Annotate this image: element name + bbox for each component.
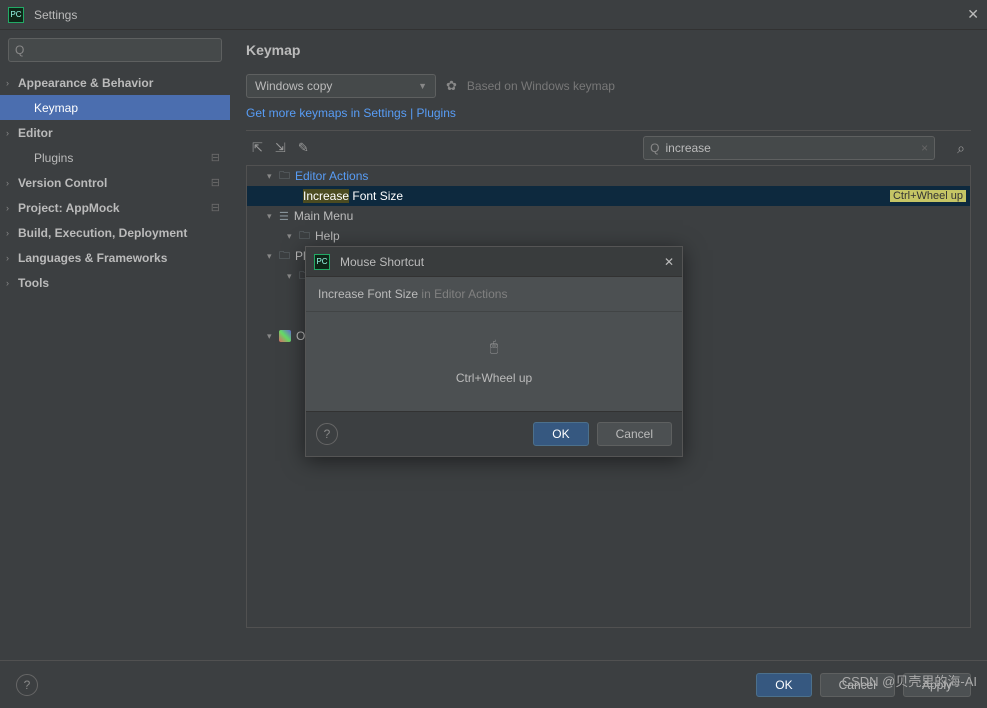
apply-button[interactable]: Apply (903, 673, 971, 697)
sidebar-item-appearance-behavior[interactable]: › Appearance & Behavior (0, 70, 230, 95)
keymap-profile-select[interactable]: Windows copy ▼ (246, 74, 436, 98)
chevron-down-icon: ▼ (418, 81, 427, 91)
app-logo-icon: PC (8, 7, 24, 23)
settings-sidebar: Q › Appearance & Behavior Keymap › Editor Plu… (0, 30, 230, 660)
dialog-subtitle: Increase Font Size in Editor Actions (306, 277, 682, 311)
mouse-shortcut-dialog: PC Mouse Shortcut ✕ Increase Font Size i… (305, 246, 683, 457)
chevron-right-icon: › (6, 203, 9, 213)
tree-action-increase-font-size[interactable]: Increase Font Size Ctrl+Wheel up (247, 186, 970, 206)
other-icon (279, 330, 291, 342)
dialog-close-icon[interactable]: ✕ (664, 255, 674, 269)
scope-icon: ⊟ (211, 176, 220, 189)
ok-button[interactable]: OK (756, 673, 811, 697)
sidebar-item-languages-frameworks[interactable]: › Languages & Frameworks (0, 245, 230, 270)
shortcut-badge: Ctrl+Wheel up (890, 190, 966, 202)
chevron-right-icon: › (6, 278, 9, 288)
window-close-icon[interactable]: ✕ (967, 6, 979, 23)
app-logo-icon: PC (314, 254, 330, 270)
edit-icon[interactable]: ✎ (298, 140, 309, 156)
sidebar-item-tools[interactable]: › Tools (0, 270, 230, 295)
help-icon[interactable]: ? (16, 674, 38, 696)
scope-icon: ⊟ (211, 151, 220, 164)
sidebar-item-label: Editor (18, 126, 53, 140)
collapse-all-icon[interactable]: ⇲ (275, 140, 286, 156)
folder-icon: 🗀 (279, 167, 290, 186)
sidebar-item-label: Project: AppMock (18, 201, 120, 215)
cancel-button[interactable]: Cancel (820, 673, 895, 697)
clear-icon[interactable]: × (921, 141, 928, 155)
page-title: Keymap (246, 42, 971, 58)
sidebar-item-label: Build, Execution, Deployment (18, 226, 187, 240)
sidebar-item-label: Version Control (18, 176, 107, 190)
help-icon[interactable]: ? (316, 423, 338, 445)
search-icon: Q (15, 43, 24, 57)
action-search-input[interactable] (666, 141, 922, 155)
sidebar-search[interactable]: Q (8, 38, 222, 62)
sidebar-search-input[interactable] (28, 43, 215, 57)
folder-icon: 🗀 (279, 247, 290, 266)
sidebar-item-label: Appearance & Behavior (18, 76, 153, 90)
menu-icon: ☰ (279, 210, 289, 223)
tree-group-help[interactable]: ▾🗀 Help (247, 226, 970, 246)
sidebar-item-keymap[interactable]: Keymap (0, 95, 230, 120)
sidebar-item-version-control[interactable]: › Version Control ⊟ (0, 170, 230, 195)
expand-all-icon[interactable]: ⇱ (252, 140, 263, 156)
chevron-right-icon: › (6, 178, 9, 188)
chevron-right-icon: › (6, 253, 9, 263)
folder-icon: 🗀 (299, 227, 310, 246)
sidebar-item-plugins[interactable]: Plugins ⊟ (0, 145, 230, 170)
sidebar-item-project-appmock[interactable]: › Project: AppMock ⊟ (0, 195, 230, 220)
keymap-profile-value: Windows copy (255, 79, 332, 93)
mouse-icon: 🖱 (490, 338, 498, 355)
tree-group-main-menu[interactable]: ▾☰ Main Menu (247, 206, 970, 226)
chevron-right-icon: › (6, 228, 9, 238)
tree-group-editor-actions[interactable]: ▾🗀 Editor Actions (247, 166, 970, 186)
dialog-footer: ? OK Cancel Apply (0, 660, 987, 708)
search-icon: Q (650, 141, 659, 155)
dialog-cancel-button[interactable]: Cancel (597, 422, 672, 446)
based-on-label: Based on Windows keymap (467, 79, 615, 93)
sidebar-item-label: Keymap (34, 101, 78, 115)
window-title: Settings (34, 8, 967, 22)
chevron-right-icon: › (6, 78, 9, 88)
chevron-right-icon: › (6, 128, 9, 138)
scope-icon: ⊟ (211, 201, 220, 214)
keymap-toolbar: ⇱ ⇲ ✎ Q × ⌕ (246, 130, 971, 166)
sidebar-item-label: Plugins (34, 151, 73, 165)
sidebar-item-build-execution-deployment[interactable]: › Build, Execution, Deployment (0, 220, 230, 245)
action-search[interactable]: Q × (643, 136, 935, 160)
sidebar-item-label: Tools (18, 276, 49, 290)
gear-icon[interactable]: ✿ (446, 78, 457, 94)
sidebar-item-editor[interactable]: › Editor (0, 120, 230, 145)
get-more-keymaps-link[interactable]: Get more keymaps in Settings | Plugins (246, 106, 456, 120)
dialog-title: Mouse Shortcut (340, 255, 664, 269)
dialog-ok-button[interactable]: OK (533, 422, 588, 446)
dialog-capture-area[interactable]: 🖱 Ctrl+Wheel up (306, 311, 682, 411)
captured-shortcut: Ctrl+Wheel up (456, 371, 532, 385)
window-titlebar: PC Settings ✕ (0, 0, 987, 30)
find-by-shortcut-icon[interactable]: ⌕ (957, 140, 965, 157)
sidebar-item-label: Languages & Frameworks (18, 251, 167, 265)
